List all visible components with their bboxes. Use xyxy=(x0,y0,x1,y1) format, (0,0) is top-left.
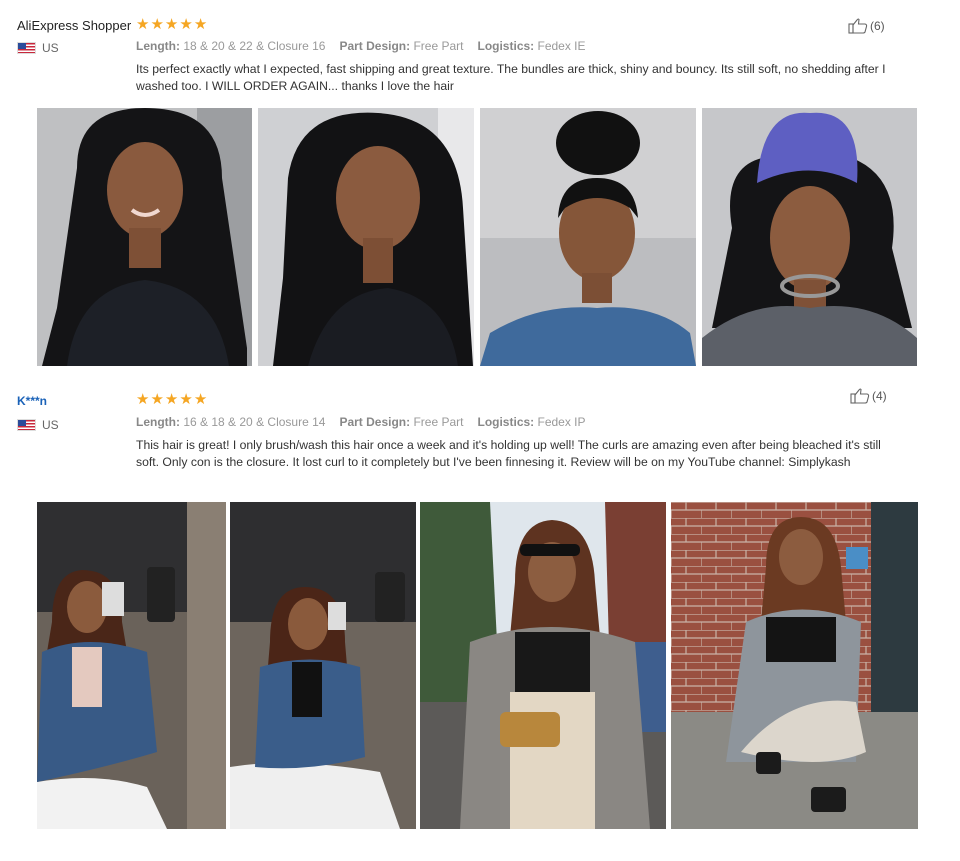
review-photo[interactable] xyxy=(37,502,226,829)
attribute-logistics: Logistics: Fedex IE xyxy=(477,39,586,53)
thumbs-up-icon xyxy=(850,388,870,404)
reviewer-name: AliExpress Shopper xyxy=(17,18,132,33)
reviewer-name[interactable]: K***n xyxy=(17,394,47,408)
attribute-length: Length: 18 & 20 & 22 & Closure 16 xyxy=(136,39,326,53)
star-icon: ★ xyxy=(150,16,164,33)
review-photo[interactable] xyxy=(420,502,666,829)
product-attributes: Length: 16 & 18 & 20 & Closure 14 Part D… xyxy=(136,415,586,429)
review-photo[interactable] xyxy=(258,108,474,366)
review-card: AliExpress Shopper US ★ ★ ★ ★ ★ Length: 18 &… xyxy=(0,0,960,372)
country-label: US xyxy=(42,41,59,55)
star-icon: ★ xyxy=(136,16,150,33)
review-photo[interactable] xyxy=(230,502,416,829)
attribute-logistics: Logistics: Fedex IP xyxy=(477,415,586,429)
star-icon: ★ xyxy=(136,391,150,408)
star-rating: ★ ★ ★ ★ ★ xyxy=(136,16,208,33)
star-icon: ★ xyxy=(164,391,179,408)
review-photo[interactable] xyxy=(702,108,917,366)
country-label: US xyxy=(42,418,59,432)
review-card: K***n US ★ ★ ★ ★ ★ Length: 16 & 18 & 20 & Cl… xyxy=(0,372,960,861)
product-attributes: Length: 18 & 20 & 22 & Closure 16 Part D… xyxy=(136,39,586,53)
review-photo[interactable] xyxy=(480,108,696,366)
star-rating: ★ ★ ★ ★ ★ xyxy=(136,391,208,408)
attribute-part-design: Part Design: Free Part xyxy=(339,415,464,429)
star-icon: ★ xyxy=(179,391,193,408)
reviewer-country: US xyxy=(17,41,59,55)
reviewer-country: US xyxy=(17,418,59,432)
star-icon: ★ xyxy=(179,16,193,33)
helpful-button[interactable]: (4) xyxy=(850,388,887,404)
star-icon: ★ xyxy=(193,16,208,33)
helpful-button[interactable]: (6) xyxy=(848,18,885,34)
helpful-count: (6) xyxy=(870,19,885,33)
review-text: This hair is great! I only brush/wash th… xyxy=(136,438,881,469)
attribute-length: Length: 16 & 18 & 20 & Closure 14 xyxy=(136,415,326,429)
star-icon: ★ xyxy=(150,391,164,408)
review-text: Its perfect exactly what I expected, fas… xyxy=(136,62,886,93)
review-photo[interactable] xyxy=(37,108,252,366)
review-photo[interactable] xyxy=(671,502,918,829)
star-icon: ★ xyxy=(193,391,208,408)
us-flag-icon xyxy=(17,42,36,54)
thumbs-up-icon xyxy=(848,18,868,34)
attribute-part-design: Part Design: Free Part xyxy=(339,39,464,53)
us-flag-icon xyxy=(17,419,36,431)
star-icon: ★ xyxy=(164,16,179,33)
helpful-count: (4) xyxy=(872,389,887,403)
